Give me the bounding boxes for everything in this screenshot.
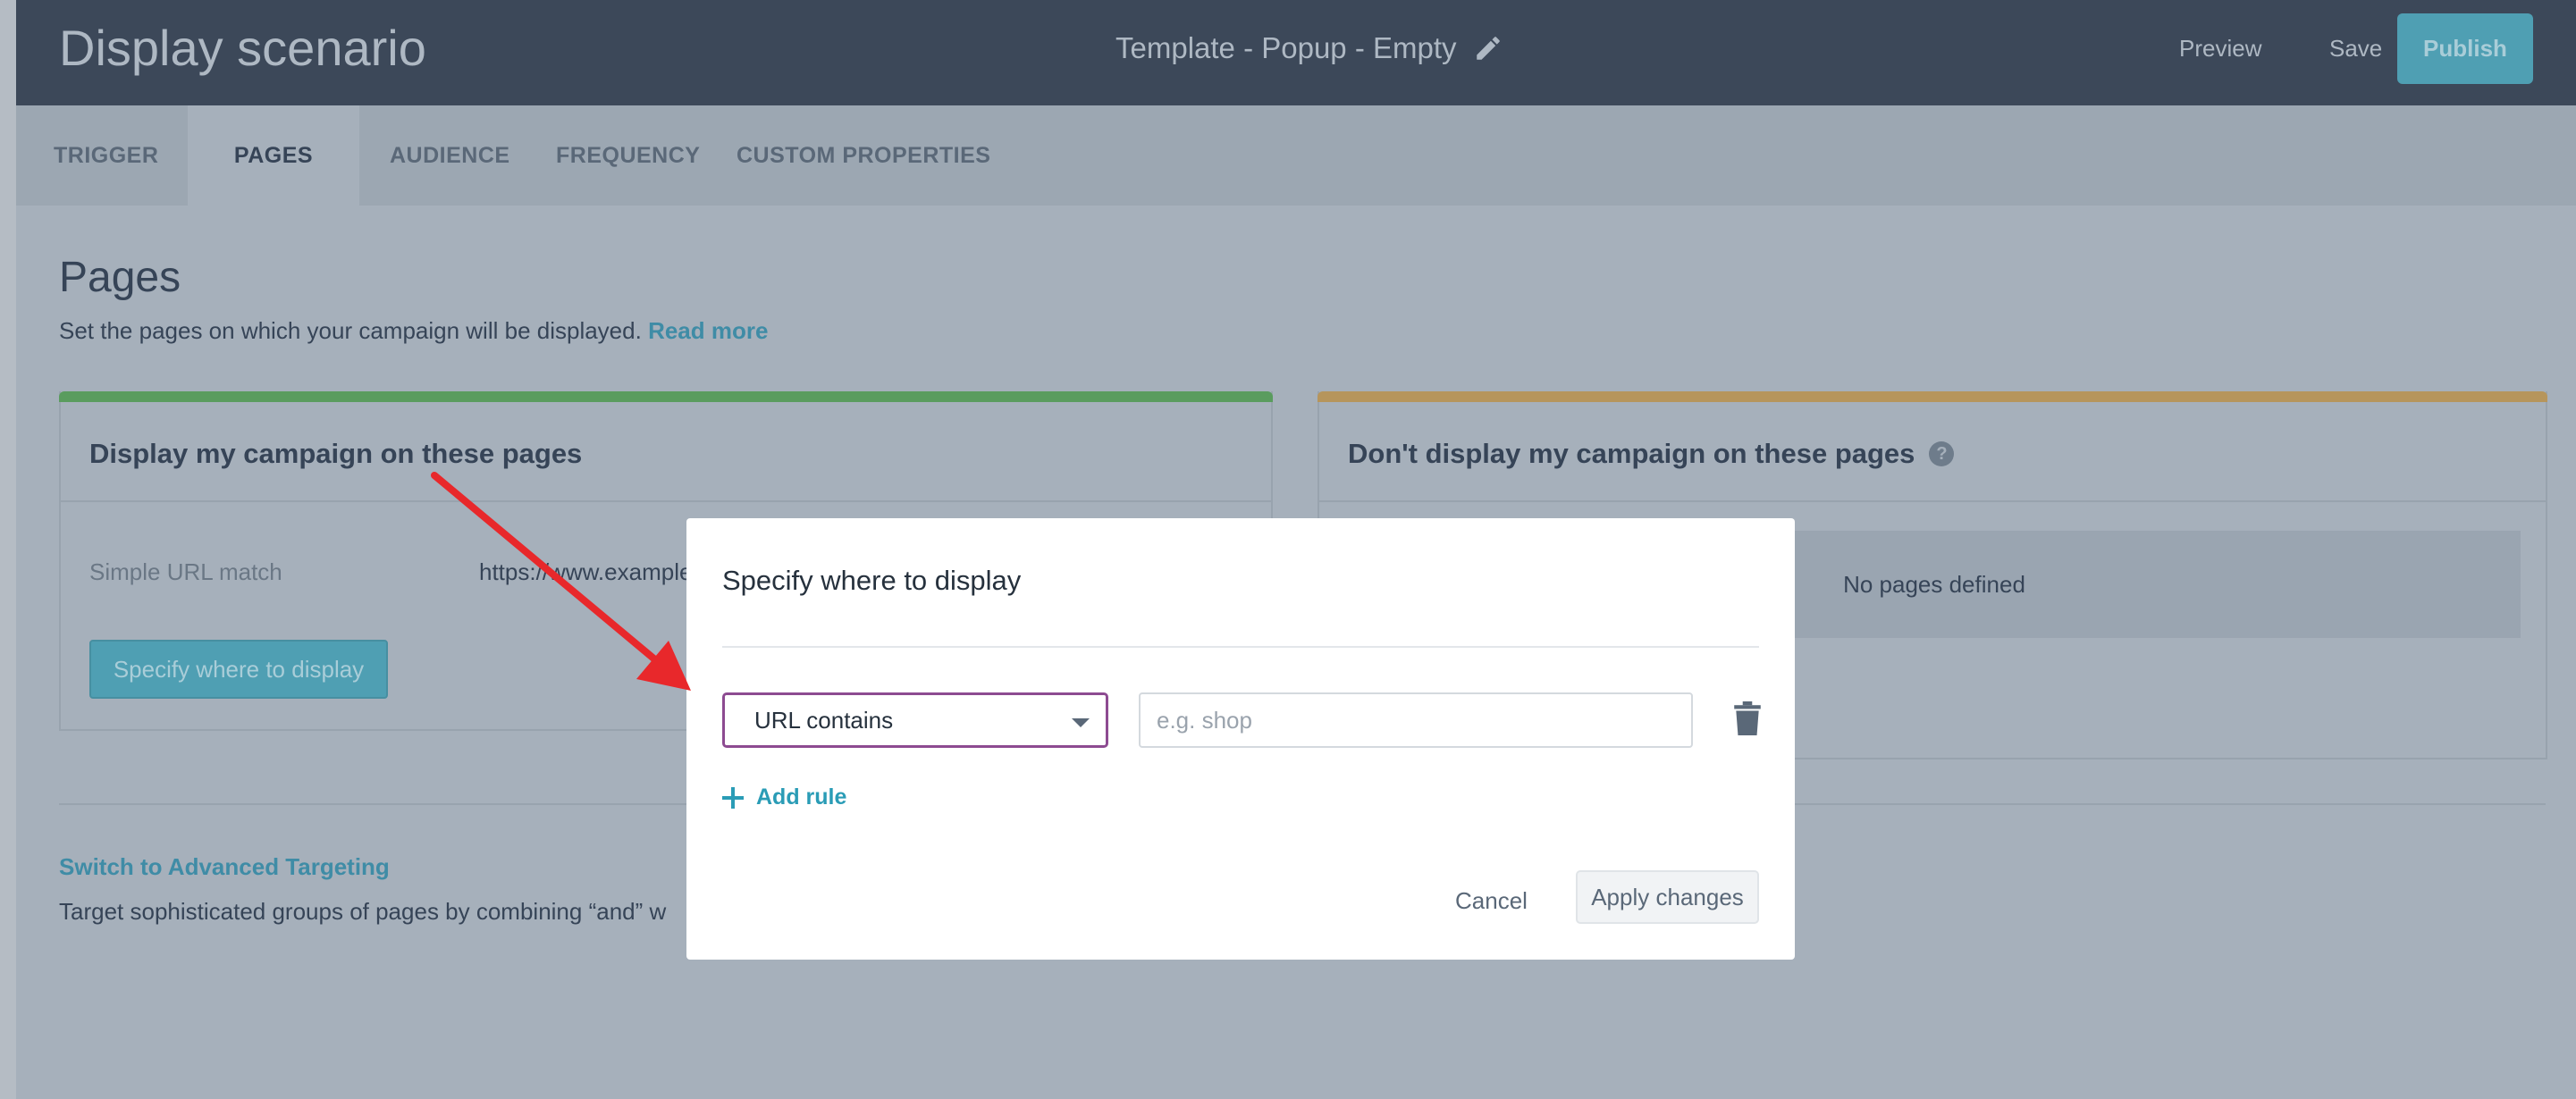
read-more-link[interactable]: Read more: [648, 317, 768, 344]
pencil-icon[interactable]: [1473, 33, 1503, 63]
add-rule-button[interactable]: Add rule: [722, 784, 846, 810]
modal-title: Specify where to display: [722, 565, 1022, 596]
include-panel-title: Display my campaign on these pages: [89, 438, 583, 469]
tab-trigger[interactable]: TRIGGER: [54, 105, 158, 206]
window-edge: [0, 0, 16, 1099]
add-rule-label: Add rule: [756, 784, 847, 810]
app: Display scenario Template - Popup - Empt…: [16, 0, 2576, 1099]
tab-pages[interactable]: PAGES: [188, 105, 359, 206]
description-text: Set the pages on which your campaign wil…: [59, 317, 642, 344]
tab-bar: TRIGGER PAGES AUDIENCE FREQUENCY CUSTOM …: [16, 105, 2576, 206]
modal-divider: [722, 646, 1759, 648]
exclude-panel-accent: [1317, 391, 2547, 402]
url-pattern-input[interactable]: [1139, 692, 1693, 748]
page-heading: Display scenario: [59, 20, 426, 76]
exclude-panel-title-row: Don't display my campaign on these pages…: [1348, 438, 1955, 470]
template-name[interactable]: Template - Popup - Empty: [1115, 30, 1503, 66]
help-icon[interactable]: ?: [1929, 441, 1955, 466]
advanced-targeting-description: Target sophisticated groups of pages by …: [59, 898, 667, 925]
tab-frequency[interactable]: FREQUENCY: [556, 105, 700, 206]
specify-where-button[interactable]: Specify where to display: [89, 640, 388, 699]
header-bar: Display scenario Template - Popup - Empt…: [16, 0, 2576, 105]
save-button[interactable]: Save: [2329, 34, 2382, 63]
select-value: URL contains: [754, 706, 894, 734]
include-panel-accent: [59, 391, 1273, 402]
cancel-button[interactable]: Cancel: [1444, 876, 1538, 926]
template-name-label: Template - Popup - Empty: [1115, 31, 1457, 64]
rule-url-value: https://www.example.c: [479, 558, 711, 585]
publish-button[interactable]: Publish: [2397, 13, 2533, 84]
exclude-panel-title: Don't display my campaign on these pages: [1348, 438, 1915, 469]
preview-button[interactable]: Preview: [2179, 34, 2261, 63]
tab-audience[interactable]: AUDIENCE: [390, 105, 510, 206]
panel-divider: [1319, 500, 2546, 502]
section-title: Pages: [59, 254, 181, 301]
chevron-down-icon: [1072, 718, 1090, 727]
trash-icon[interactable]: [1734, 701, 1761, 735]
url-match-select[interactable]: URL contains: [722, 692, 1108, 748]
panel-divider: [61, 500, 1271, 502]
rule-type-label: Simple URL match: [89, 558, 282, 585]
tab-custom-properties[interactable]: CUSTOM PROPERTIES: [737, 105, 990, 206]
section-description: Set the pages on which your campaign wil…: [59, 317, 768, 345]
specify-display-modal: Specify where to display URL contains Ad…: [686, 518, 1795, 960]
plus-icon: [722, 786, 744, 809]
advanced-targeting-link[interactable]: Switch to Advanced Targeting: [59, 853, 390, 881]
apply-changes-button[interactable]: Apply changes: [1576, 870, 1759, 924]
